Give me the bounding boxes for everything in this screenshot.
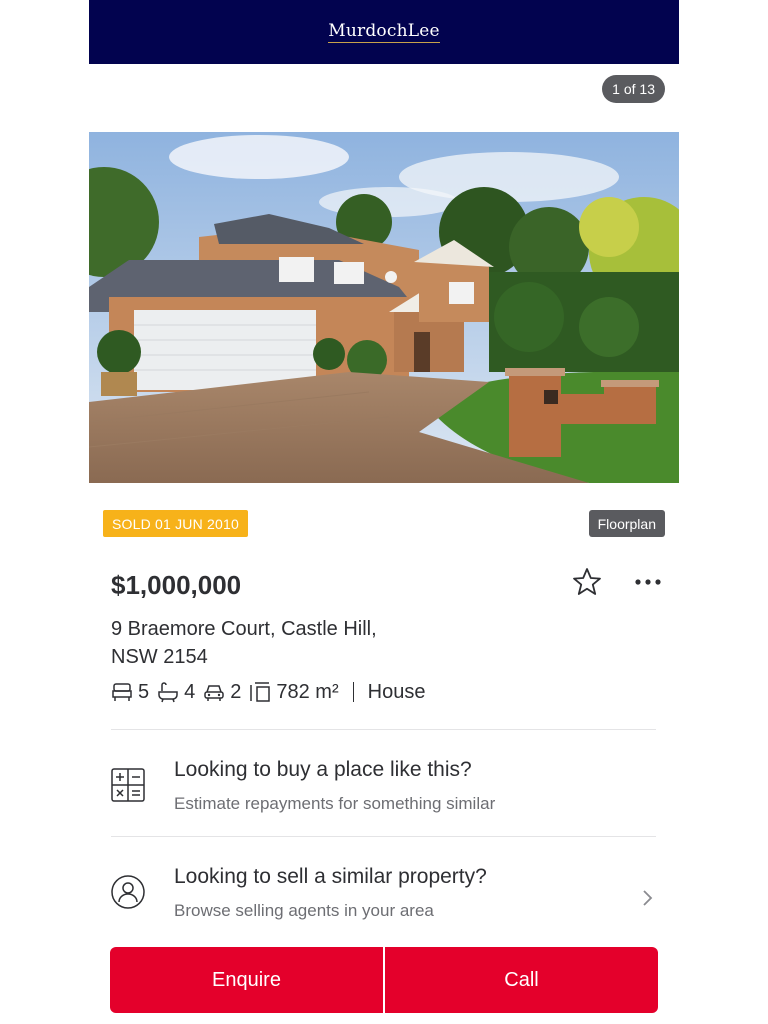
sell-promo-subtitle: Browse selling agents in your area xyxy=(174,901,434,920)
listing-page: MurdochLee 1 of 13 SOLD 01 JUN 2010 Floo… xyxy=(89,0,679,1024)
sell-promo-row[interactable]: Looking to sell a similar property? Brow… xyxy=(89,841,679,937)
agency-logo[interactable]: MurdochLee xyxy=(328,21,440,43)
land-size-feature: 782 m² xyxy=(249,680,339,704)
enquire-button[interactable]: Enquire xyxy=(110,947,383,1013)
photo-counter: 1 of 13 xyxy=(602,75,665,103)
sold-date-badge: SOLD 01 JUN 2010 xyxy=(103,510,248,537)
bathrooms-feature: 4 xyxy=(157,681,195,704)
address-line-2: NSW 2154 xyxy=(111,646,208,668)
brand-header: MurdochLee xyxy=(89,0,679,64)
buy-promo-row[interactable]: Looking to buy a place like this? Estima… xyxy=(89,734,679,830)
bathrooms-count: 4 xyxy=(184,680,196,703)
bedrooms-feature: 5 xyxy=(111,681,149,704)
floorplan-button[interactable]: Floorplan xyxy=(588,510,665,537)
house-photo-image xyxy=(89,132,679,483)
property-photo[interactable] xyxy=(89,132,679,483)
address-line-1: 9 Braemore Court, Castle Hill, xyxy=(111,618,377,640)
buy-promo-subtitle: Estimate repayments for something simila… xyxy=(174,794,496,813)
buy-promo-title: Looking to buy a place like this? xyxy=(174,758,472,781)
save-favourite-button[interactable] xyxy=(571,566,603,598)
call-button[interactable]: Call xyxy=(385,947,658,1013)
more-options-button[interactable] xyxy=(632,566,664,598)
bedrooms-count: 5 xyxy=(138,680,150,703)
parking-count: 2 xyxy=(230,680,242,703)
feature-separator xyxy=(352,682,354,702)
sell-promo-title: Looking to sell a similar property? xyxy=(174,865,487,888)
divider xyxy=(111,836,656,837)
land-size-icon xyxy=(250,682,271,702)
bed-icon xyxy=(112,683,132,701)
listing-address: 9 Braemore Court, Castle Hill, NSW 2154 xyxy=(111,615,377,671)
property-type: House xyxy=(367,680,426,703)
bath-icon xyxy=(158,682,178,703)
star-icon xyxy=(573,568,601,595)
more-dots-icon xyxy=(635,579,661,585)
car-icon xyxy=(204,685,224,701)
property-features: 5 4 2 782 m² House xyxy=(111,678,425,706)
calculator-icon xyxy=(111,768,145,802)
listing-price: $1,000,000 xyxy=(111,570,242,600)
parking-feature: 2 xyxy=(203,681,241,704)
land-size-value: 782 m² xyxy=(276,680,339,703)
chevron-right-icon xyxy=(643,890,653,906)
divider xyxy=(111,729,656,730)
agent-icon xyxy=(111,875,145,909)
action-bar: Enquire Call xyxy=(89,925,679,1024)
